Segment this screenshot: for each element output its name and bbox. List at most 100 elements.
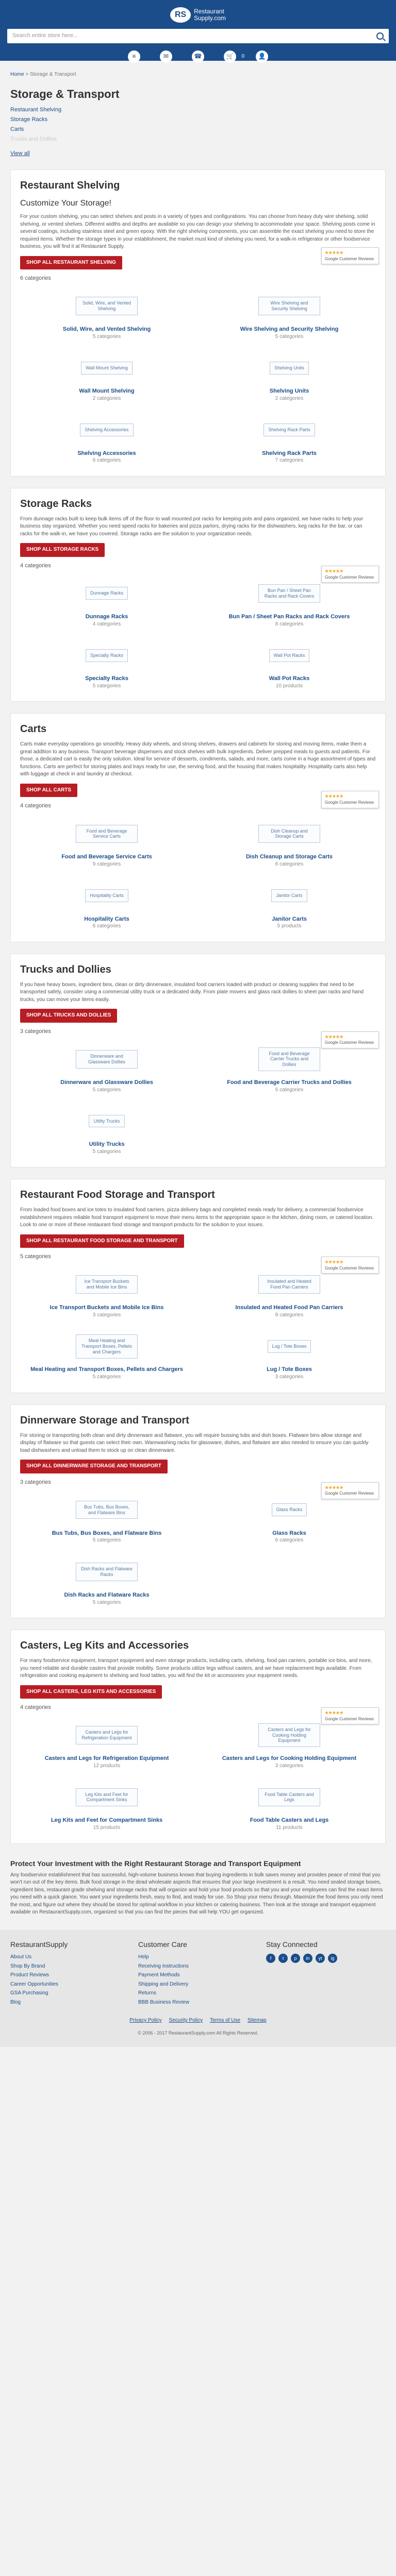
category-card[interactable]: Meal Heating and Transport Boxes, Pellet… bbox=[20, 1328, 193, 1381]
category-card[interactable]: Shelving Units Shelving Units 2 categories bbox=[203, 350, 376, 402]
view-all-link[interactable]: View all bbox=[10, 150, 386, 158]
category-name[interactable]: Dish Racks and Flatware Racks bbox=[20, 1592, 193, 1599]
category-name[interactable]: Wire Shelving and Security Shelving bbox=[203, 326, 376, 333]
category-name[interactable]: Utility Trucks bbox=[20, 1141, 193, 1148]
google-reviews-badge[interactable]: ★★★★★ Google Customer Reviews bbox=[321, 1031, 379, 1049]
google-reviews-badge[interactable]: ★★★★★ Google Customer Reviews bbox=[321, 791, 379, 808]
social-yt-icon[interactable]: yt bbox=[316, 1954, 325, 1963]
footer-link-career-opportunities[interactable]: Career Opportunities bbox=[10, 1981, 130, 1989]
category-card[interactable]: Shelving Rack Parts Shelving Rack Parts 7 … bbox=[203, 412, 376, 465]
category-image[interactable]: Bus Tubs, Bus Boxes, and Flatware Bins bbox=[20, 1492, 193, 1528]
footer-link-bbb-business-review[interactable]: BBB Business Review bbox=[138, 1999, 258, 2007]
subnav-item-storage-racks[interactable]: Storage Racks bbox=[10, 116, 386, 124]
legal-link-security-policy[interactable]: Security Policy bbox=[169, 2017, 203, 2025]
legal-link-terms-of-use[interactable]: Terms of Use bbox=[210, 2017, 240, 2025]
category-name[interactable]: Specialty Racks bbox=[20, 675, 193, 683]
category-card[interactable]: Casters and Legs for Cooking Holding Equ… bbox=[203, 1717, 376, 1770]
search-bar[interactable]: Search entire store here... bbox=[7, 29, 389, 43]
category-card[interactable]: Shelving Accessories Shelving Accessories… bbox=[20, 412, 193, 465]
category-image[interactable]: Wall Pot Racks bbox=[203, 637, 376, 673]
category-image[interactable]: Ice Transport Buckets and Mobile Ice Bin… bbox=[20, 1266, 193, 1302]
category-card[interactable]: Food Table Casters and Legs Food Table Ca… bbox=[203, 1779, 376, 1832]
category-image[interactable]: Janitor Carts bbox=[203, 878, 376, 914]
footer-link-shop-by-brand[interactable]: Shop By Brand bbox=[10, 1963, 130, 1971]
legal-link-sitemap[interactable]: Sitemap bbox=[248, 2017, 267, 2025]
category-card[interactable]: Wire Shelving and Security Shelving Wire … bbox=[203, 288, 376, 341]
category-card[interactable]: Solid, Wire, and Vented Shelving Solid, W… bbox=[20, 288, 193, 341]
category-image[interactable]: Shelving Units bbox=[203, 350, 376, 386]
footer-link-about-us[interactable]: About Us bbox=[10, 1954, 130, 1961]
category-image[interactable]: Hospitality Carts bbox=[20, 878, 193, 914]
category-image[interactable]: Meal Heating and Transport Boxes, Pellet… bbox=[20, 1328, 193, 1364]
category-image[interactable]: Casters and Legs for Refrigeration Equip… bbox=[20, 1717, 193, 1753]
category-name[interactable]: Lug / Tote Boxes bbox=[203, 1366, 376, 1374]
footer-link-gsa-purchasing[interactable]: GSA Purchasing bbox=[10, 1990, 130, 1997]
footer-link-payment-methods[interactable]: Payment Methods bbox=[138, 1972, 258, 1979]
social-ig-icon[interactable]: ig bbox=[328, 1954, 337, 1963]
google-reviews-badge[interactable]: ★★★★★ Google Customer Reviews bbox=[321, 247, 379, 265]
category-name[interactable]: Wall Pot Racks bbox=[203, 675, 376, 683]
shop-all-button[interactable]: Shop All Trucks and Dollies bbox=[20, 1009, 118, 1023]
category-name[interactable]: Bun Pan / Sheet Pan Racks and Rack Cover… bbox=[203, 614, 376, 621]
category-card[interactable]: Dish Cleanup and Storage Carts Dish Clean… bbox=[203, 816, 376, 868]
category-card[interactable]: Bus Tubs, Bus Boxes, and Flatware Bins Bu… bbox=[20, 1492, 193, 1545]
social-t-icon[interactable]: t bbox=[278, 1954, 288, 1963]
category-card[interactable]: Dinnerware and Glassware Dollies Dinnerwa… bbox=[20, 1041, 193, 1094]
menu-icon[interactable]: ≡ bbox=[128, 50, 140, 63]
category-name[interactable]: Insulated and Heated Food Pan Carriers bbox=[203, 1304, 376, 1312]
category-card[interactable]: Bun Pan / Sheet Pan Racks and Rack Cover… bbox=[203, 575, 376, 628]
footer-link-shipping-and-delivery[interactable]: Shipping and Delivery bbox=[138, 1981, 258, 1989]
footer-link-help[interactable]: Help bbox=[138, 1954, 258, 1961]
category-card[interactable]: Dish Racks and Flatware Racks Dish Racks … bbox=[20, 1554, 193, 1606]
category-image[interactable]: Dunnage Racks bbox=[20, 575, 193, 612]
legal-link-privacy-policy[interactable]: Privacy Policy bbox=[129, 2017, 161, 2025]
category-card[interactable]: Glass Racks Glass Racks 6 categories bbox=[203, 1492, 376, 1545]
category-name[interactable]: Food and Beverage Service Carts bbox=[20, 854, 193, 861]
footer-link-returns[interactable]: Returns bbox=[138, 1990, 258, 1997]
category-name[interactable]: Hospitality Carts bbox=[20, 916, 193, 923]
category-name[interactable]: Food and Beverage Carrier Trucks and Dol… bbox=[203, 1079, 376, 1087]
category-name[interactable]: Casters and Legs for Cooking Holding Equ… bbox=[203, 1755, 376, 1762]
shop-all-button[interactable]: Shop All Dinnerware Storage and Transpor… bbox=[20, 1460, 168, 1473]
category-card[interactable]: Wall Mount Shelving Wall Mount Shelving 2 … bbox=[20, 350, 193, 402]
category-image[interactable]: Shelving Accessories bbox=[20, 412, 193, 448]
subnav-item-shelving[interactable]: Restaurant Shelving bbox=[10, 106, 386, 114]
category-card[interactable]: Wall Pot Racks Wall Pot Racks 10 products bbox=[203, 637, 376, 690]
footer-link-blog[interactable]: Blog bbox=[10, 1999, 130, 2007]
category-name[interactable]: Solid, Wire, and Vented Shelving bbox=[20, 326, 193, 333]
category-card[interactable]: Specialty Racks Specialty Racks 5 categori… bbox=[20, 637, 193, 690]
category-name[interactable]: Glass Racks bbox=[203, 1530, 376, 1537]
footer-link-product-reviews[interactable]: Product Reviews bbox=[10, 1972, 130, 1979]
google-reviews-badge[interactable]: ★★★★★ Google Customer Reviews bbox=[321, 1257, 379, 1274]
category-card[interactable]: Insulated and Heated Food Pan Carriers In… bbox=[203, 1266, 376, 1319]
category-name[interactable]: Shelving Units bbox=[203, 388, 376, 395]
shop-all-button[interactable]: Shop All Restaurant Shelving bbox=[20, 256, 122, 270]
category-name[interactable]: Meal Heating and Transport Boxes, Pellet… bbox=[20, 1366, 193, 1374]
category-card[interactable]: Leg Kits and Feet for Compartment Sinks L… bbox=[20, 1779, 193, 1832]
shop-all-button[interactable]: Shop All Restaurant Food Storage and Tra… bbox=[20, 1234, 184, 1248]
category-card[interactable]: Food and Beverage Carrier Trucks and Dol… bbox=[203, 1041, 376, 1094]
category-card[interactable]: Janitor Carts Janitor Carts 5 products bbox=[203, 878, 376, 930]
category-image[interactable]: Solid, Wire, and Vented Shelving bbox=[20, 288, 193, 324]
category-name[interactable]: Dunnage Racks bbox=[20, 614, 193, 621]
category-image[interactable]: Food Table Casters and Legs bbox=[203, 1779, 376, 1815]
subnav-item-carts[interactable]: Carts bbox=[10, 126, 386, 134]
category-image[interactable]: Lug / Tote Boxes bbox=[203, 1328, 376, 1364]
category-name[interactable]: Shelving Rack Parts bbox=[203, 450, 376, 457]
shop-all-button[interactable]: Shop All Storage Racks bbox=[20, 543, 105, 557]
category-image[interactable]: Food and Beverage Service Carts bbox=[20, 816, 193, 852]
google-reviews-badge[interactable]: ★★★★★ Google Customer Reviews bbox=[321, 565, 379, 583]
category-name[interactable]: Dish Cleanup and Storage Carts bbox=[203, 854, 376, 861]
category-image[interactable]: Dish Racks and Flatware Racks bbox=[20, 1554, 193, 1590]
category-card[interactable]: Utility Trucks Utility Trucks 5 categories bbox=[20, 1103, 193, 1156]
category-name[interactable]: Ice Transport Buckets and Mobile Ice Bin… bbox=[20, 1304, 193, 1312]
category-card[interactable]: Dunnage Racks Dunnage Racks 4 categories bbox=[20, 575, 193, 628]
footer-link-receiving-instructions[interactable]: Receiving Instructions bbox=[138, 1963, 258, 1971]
category-name[interactable]: Casters and Legs for Refrigeration Equip… bbox=[20, 1755, 193, 1762]
category-image[interactable]: Utility Trucks bbox=[20, 1103, 193, 1139]
google-reviews-badge[interactable]: ★★★★★ Google Customer Reviews bbox=[321, 1707, 379, 1725]
google-reviews-badge[interactable]: ★★★★★ Google Customer Reviews bbox=[321, 1482, 379, 1499]
social-f-icon[interactable]: f bbox=[266, 1954, 275, 1963]
category-name[interactable]: Wall Mount Shelving bbox=[20, 388, 193, 395]
category-image[interactable]: Dish Cleanup and Storage Carts bbox=[203, 816, 376, 852]
